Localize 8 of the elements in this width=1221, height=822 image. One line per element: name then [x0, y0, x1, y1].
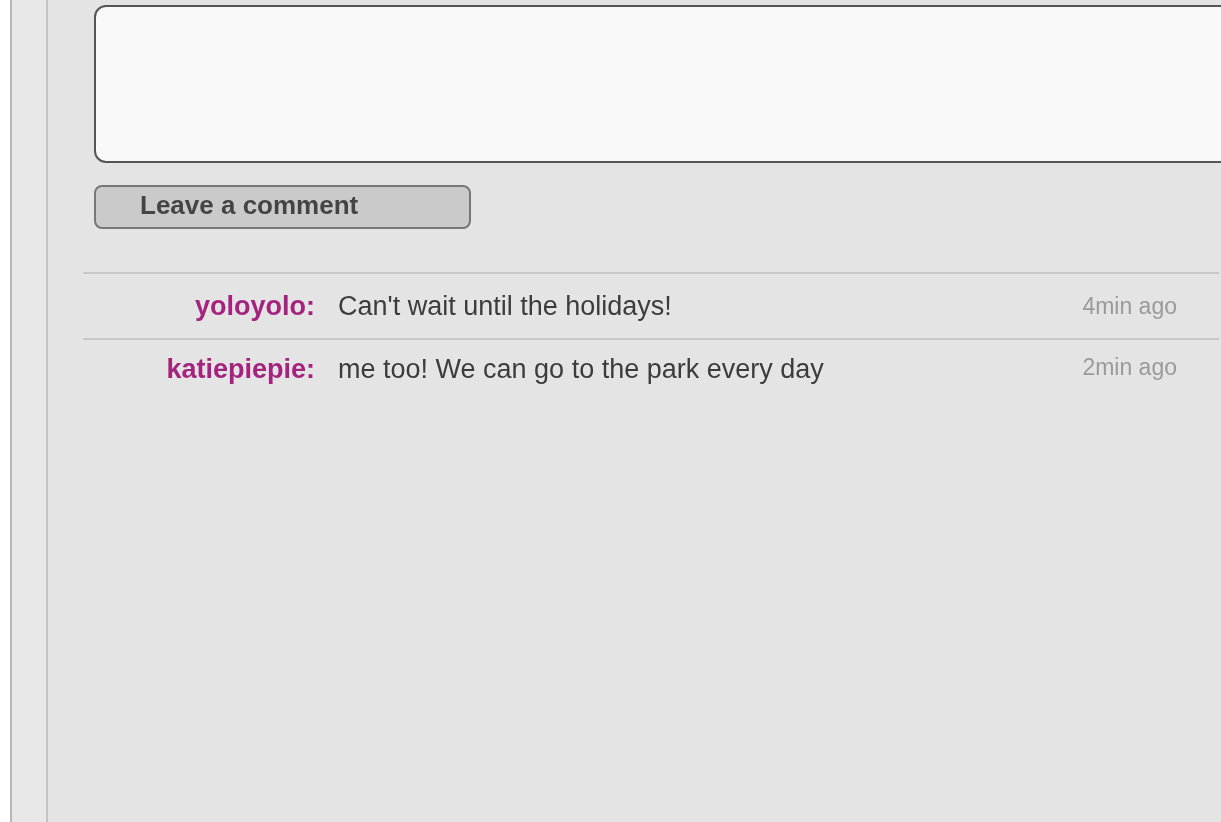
comment-time: 2min ago — [1082, 354, 1177, 381]
comment-text: me too! We can go to the park every day — [338, 354, 825, 385]
comment-field[interactable] — [94, 5, 1221, 163]
comment-text: Can't wait until the holidays! — [338, 290, 673, 322]
comment-time: 4min ago — [1082, 292, 1177, 320]
comment-username: yoloyolo: — [194, 290, 315, 322]
comment-username: katiepiepie: — [165, 354, 315, 385]
leave-comment-button[interactable]: Leave a comment — [94, 185, 471, 229]
